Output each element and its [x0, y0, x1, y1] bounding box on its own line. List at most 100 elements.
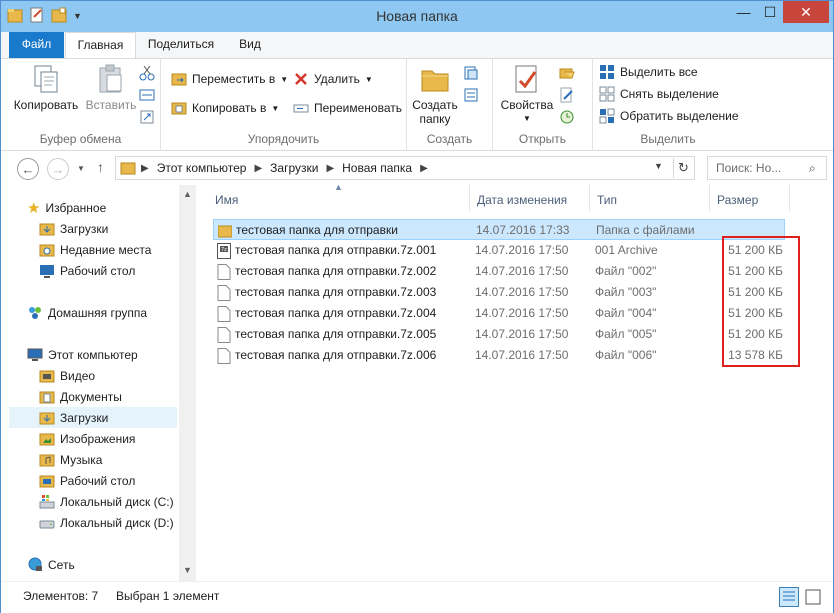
open-icon[interactable]	[559, 65, 575, 81]
easy-access-icon[interactable]	[463, 87, 479, 103]
crumb-new-folder[interactable]: Новая папка	[342, 161, 412, 175]
new-folder-icon	[421, 70, 449, 92]
tab-view[interactable]: Вид	[227, 32, 273, 58]
paste-icon	[99, 64, 122, 93]
nav-downloads-label: Загрузки	[60, 410, 109, 425]
nav-videos-label: Видео	[60, 368, 96, 383]
address-bar[interactable]: ▶ Этот компьютер ▶ Загрузки ▶ Новая папк…	[115, 156, 695, 180]
column-divider[interactable]	[589, 185, 590, 211]
nav-downloads[interactable]: Загрузки	[9, 407, 177, 428]
large-icons-view-icon	[805, 589, 821, 605]
nav-desktop-label: Рабочий стол	[60, 473, 136, 488]
crumb-separator[interactable]: ▶	[326, 163, 334, 174]
videos-folder-icon	[39, 370, 55, 382]
column-divider[interactable]	[789, 185, 790, 211]
back-button[interactable]: ←	[17, 158, 39, 180]
homegroup-icon	[29, 306, 41, 319]
nav-network[interactable]: Сеть	[27, 554, 195, 575]
delete-button[interactable]: Удалить ▼	[293, 71, 373, 87]
nav-fav-downloads-label: Загрузки	[60, 221, 109, 236]
search-icon[interactable]: ⌕	[809, 161, 816, 176]
table-row[interactable]: тестовая папка для отправки.7z.002 14.07…	[213, 261, 785, 282]
content-area: ★ Избранное Загрузки Недавние места Рабо…	[1, 182, 833, 581]
crumb-separator[interactable]: ▶	[254, 163, 262, 174]
nav-drive-d-label: Локальный диск (D:)	[60, 515, 174, 530]
column-divider[interactable]	[709, 185, 710, 211]
details-view-button[interactable]	[779, 587, 799, 607]
rename-icon	[293, 104, 309, 113]
edit-icon[interactable]	[559, 87, 575, 103]
move-to-button[interactable]: Переместить в ▼	[171, 71, 288, 87]
paste-shortcut-icon[interactable]	[139, 109, 155, 125]
paste-button[interactable]: Вставить	[81, 63, 141, 112]
select-none-label: Снять выделение	[620, 87, 719, 101]
address-dropdown-icon[interactable]: ▼	[654, 161, 663, 171]
recent-places-icon	[39, 244, 55, 256]
crumb-separator[interactable]: ▶	[141, 163, 149, 174]
column-size[interactable]: Размер	[717, 193, 758, 207]
refresh-icon[interactable]: ↻	[673, 158, 693, 178]
table-row[interactable]: тестовая папка для отправки 14.07.2016 1…	[213, 219, 785, 240]
copy-path-icon[interactable]	[139, 87, 155, 103]
desktop-folder-icon	[39, 475, 55, 487]
file-name: тестовая папка для отправки.7z.003	[235, 285, 437, 299]
nav-pictures-label: Изображения	[60, 431, 136, 446]
group-select: Выделить все Снять выделение Обратить вы…	[593, 59, 743, 151]
large-icons-view-button[interactable]	[803, 587, 823, 607]
move-folder-icon	[171, 73, 187, 86]
file-name: тестовая папка для отправки.7z.004	[235, 306, 437, 320]
move-to-dropdown-icon: ▼	[280, 74, 289, 84]
computer-icon	[27, 348, 43, 361]
close-button[interactable]: ✕	[783, 1, 829, 23]
tab-file[interactable]: Файл	[9, 32, 64, 58]
column-type[interactable]: Тип	[597, 193, 617, 207]
clipboard-group-label: Буфер обмена	[39, 132, 122, 146]
file-type: Файл "003"	[595, 285, 657, 299]
scroll-up-icon[interactable]: ▲	[183, 189, 192, 199]
recent-locations-icon[interactable]: ▼	[77, 164, 85, 173]
star-icon: ★	[27, 199, 41, 217]
history-icon[interactable]	[559, 109, 575, 125]
up-button[interactable]: ↑	[97, 159, 104, 175]
maximize-button[interactable]: ☐	[757, 1, 783, 23]
copy-to-dropdown-icon: ▼	[271, 103, 280, 113]
tab-home[interactable]: Главная	[65, 32, 136, 59]
invert-selection-button[interactable]: Обратить выделение	[599, 108, 739, 124]
file-name: тестовая папка для отправки.7z.006	[235, 348, 437, 362]
new-folder-button[interactable]: Создать папку	[411, 63, 459, 126]
scroll-down-icon[interactable]: ▼	[183, 565, 192, 575]
minimize-button[interactable]: —	[730, 1, 757, 23]
title-bar: ▼ Новая папка — ☐ ✕	[1, 1, 833, 32]
table-row[interactable]: тестовая папка для отправки.7z.006 14.07…	[213, 345, 785, 366]
crumb-separator[interactable]: ▶	[420, 163, 428, 174]
table-row[interactable]: 7z тестовая папка для отправки.7z.001 14…	[213, 240, 785, 261]
new-folder-label-2: папку	[419, 112, 451, 126]
select-none-icon	[599, 86, 615, 102]
new-item-icon[interactable]	[463, 65, 479, 81]
nav-scrollbar[interactable]: ▲ ▼	[179, 185, 196, 581]
column-date[interactable]: Дата изменения	[477, 193, 567, 207]
organize-group-label: Упорядочить	[247, 132, 320, 146]
nav-homegroup[interactable]: Домашняя группа	[27, 302, 195, 323]
crumb-downloads[interactable]: Загрузки	[270, 161, 318, 175]
table-row[interactable]: тестовая папка для отправки.7z.003 14.07…	[213, 282, 785, 303]
table-row[interactable]: тестовая папка для отправки.7z.005 14.07…	[213, 324, 785, 345]
select-all-button[interactable]: Выделить все	[599, 64, 698, 80]
column-divider[interactable]	[469, 185, 470, 211]
delete-label: Удалить	[314, 72, 360, 86]
nav-documents-label: Документы	[60, 389, 122, 404]
table-row[interactable]: тестовая папка для отправки.7z.004 14.07…	[213, 303, 785, 324]
cut-icon[interactable]	[139, 65, 155, 81]
crumb-this-pc[interactable]: Этот компьютер	[157, 161, 247, 175]
tab-share[interactable]: Поделиться	[138, 32, 224, 58]
file-date: 14.07.2016 17:50	[475, 285, 569, 299]
copy-button[interactable]: Копировать	[13, 63, 79, 112]
nav-favorites[interactable]: ★ Избранное	[27, 197, 195, 218]
properties-button[interactable]: Свойства ▼	[499, 63, 555, 126]
nav-this-pc[interactable]: Этот компьютер	[27, 344, 195, 365]
select-none-button[interactable]: Снять выделение	[599, 86, 719, 102]
forward-button[interactable]: →	[47, 158, 69, 180]
rename-button[interactable]: Переименовать	[293, 100, 402, 116]
column-name[interactable]: Имя	[215, 193, 238, 207]
copy-to-button[interactable]: Копировать в ▼	[171, 100, 279, 116]
